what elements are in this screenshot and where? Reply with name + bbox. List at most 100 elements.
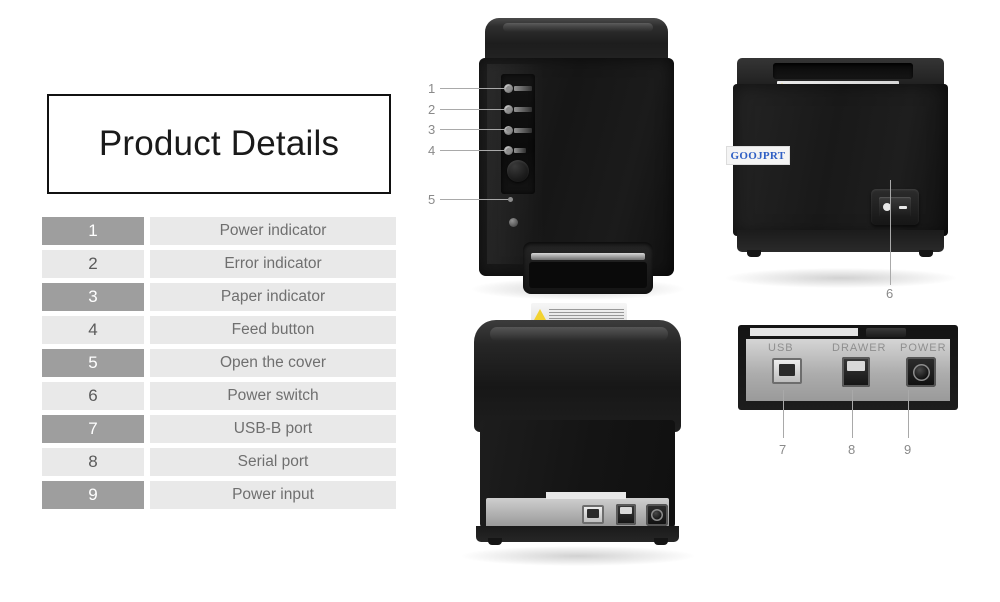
printer-back-view: [470, 320, 685, 560]
rating-sticker: [750, 328, 858, 336]
rocker-switch[interactable]: [879, 197, 911, 217]
legend-number: 1: [42, 217, 144, 245]
top-paper-slot: [773, 63, 913, 79]
table-row: 5 Open the cover: [42, 349, 396, 377]
cover-highlight: [490, 327, 668, 341]
callout-3: 3: [428, 122, 436, 137]
paper-exit-slot: [523, 242, 653, 294]
callout-6: 6: [886, 286, 894, 301]
callout-3-line: [440, 129, 510, 130]
control-panel-strip: [501, 74, 535, 194]
infographic-canvas: Product Details 1 Power indicator 2 Erro…: [0, 0, 1000, 602]
power-input-port[interactable]: [646, 504, 668, 526]
callout-9: 9: [904, 442, 912, 457]
legend-number: 3: [42, 283, 144, 311]
legend-number: 4: [42, 316, 144, 344]
table-row: 8 Serial port: [42, 448, 396, 476]
callout-2-line: [440, 109, 510, 110]
legend-number: 9: [42, 481, 144, 509]
table-row: 9 Power input: [42, 481, 396, 509]
printer-side-face: GOOJPRT: [726, 84, 948, 236]
port-closeup-frame: USB DRAWER POWER: [738, 325, 958, 410]
cover-latch: [866, 328, 906, 337]
switch-on-icon: [899, 205, 907, 209]
callout-1-line: [440, 88, 510, 89]
power-switch[interactable]: [871, 189, 919, 225]
printer-base: [476, 526, 679, 542]
open-cover-button[interactable]: [509, 218, 518, 227]
cover-highlight: [503, 23, 653, 32]
feed-indicator-label: [514, 148, 526, 153]
callout-5-dot: [508, 197, 513, 202]
title-box: Product Details: [47, 94, 391, 194]
slot-opening: [529, 262, 647, 288]
printer-foot: [747, 250, 761, 257]
rating-sticker: [546, 492, 626, 499]
legend-label: Serial port: [150, 448, 396, 476]
table-row: 6 Power switch: [42, 382, 396, 410]
legend-table: 1 Power indicator 2 Error indicator 3 Pa…: [42, 217, 396, 514]
callout-5: 5: [428, 192, 436, 207]
legend-label: Power input: [150, 481, 396, 509]
legend-number: 2: [42, 250, 144, 278]
serial-port[interactable]: [616, 504, 636, 525]
callout-8-line: [852, 390, 853, 438]
callout-1-dot: [506, 86, 511, 91]
legend-number: 6: [42, 382, 144, 410]
printer-cover-hump: [474, 320, 681, 432]
printer-front-view: [479, 18, 674, 325]
legend-number: 8: [42, 448, 144, 476]
table-row: 1 Power indicator: [42, 217, 396, 245]
printer-foot: [919, 250, 933, 257]
legend-label: Paper indicator: [150, 283, 396, 311]
legend-number: 7: [42, 415, 144, 443]
table-row: 3 Paper indicator: [42, 283, 396, 311]
brand-name: GOOJPRT: [730, 149, 786, 162]
legend-label: Power indicator: [150, 217, 396, 245]
paper-indicator-label: [514, 128, 532, 133]
legend-label: Error indicator: [150, 250, 396, 278]
callout-4-line: [440, 150, 510, 151]
printer-foot: [488, 538, 502, 545]
callout-7: 7: [779, 442, 787, 457]
serial-port[interactable]: [842, 357, 870, 387]
page-title: Product Details: [98, 124, 340, 163]
warning-triangle-icon: [534, 308, 546, 320]
legend-label: Power switch: [150, 382, 396, 410]
printer-foot: [654, 538, 668, 545]
callout-3-dot: [506, 127, 511, 132]
legend-label: USB-B port: [150, 415, 396, 443]
legend-label: Feed button: [150, 316, 396, 344]
paper-tear-bar: [531, 253, 645, 260]
table-row: 2 Error indicator: [42, 250, 396, 278]
serial-caption: DRAWER: [832, 342, 887, 354]
feed-button[interactable]: [507, 160, 529, 182]
port-closeup-view: USB DRAWER POWER: [738, 325, 958, 410]
legend-label: Open the cover: [150, 349, 396, 377]
callout-7-line: [783, 390, 784, 438]
legend-number: 5: [42, 349, 144, 377]
printer-side-view: GOOJPRT: [726, 58, 948, 278]
callout-5-line: [440, 199, 512, 200]
callout-2: 2: [428, 102, 436, 117]
callout-9-line: [908, 390, 909, 438]
power-indicator-label: [514, 86, 532, 91]
power-input-port[interactable]: [906, 357, 936, 387]
table-row: 4 Feed button: [42, 316, 396, 344]
usb-caption: USB: [768, 342, 794, 354]
callout-6-line: [890, 180, 891, 285]
printer-base: [737, 230, 944, 252]
callout-4: 4: [428, 143, 436, 158]
usb-b-port[interactable]: [582, 505, 604, 524]
callout-1: 1: [428, 81, 436, 96]
callout-8: 8: [848, 442, 856, 457]
port-panel: USB DRAWER POWER: [746, 339, 950, 401]
usb-b-port[interactable]: [772, 358, 802, 384]
brand-label: GOOJPRT: [726, 146, 790, 165]
warning-text-lines: [549, 308, 624, 320]
table-row: 7 USB-B port: [42, 415, 396, 443]
callout-2-dot: [506, 107, 511, 112]
callout-4-dot: [506, 148, 511, 153]
power-caption: POWER: [900, 342, 947, 354]
error-indicator-label: [514, 107, 532, 112]
